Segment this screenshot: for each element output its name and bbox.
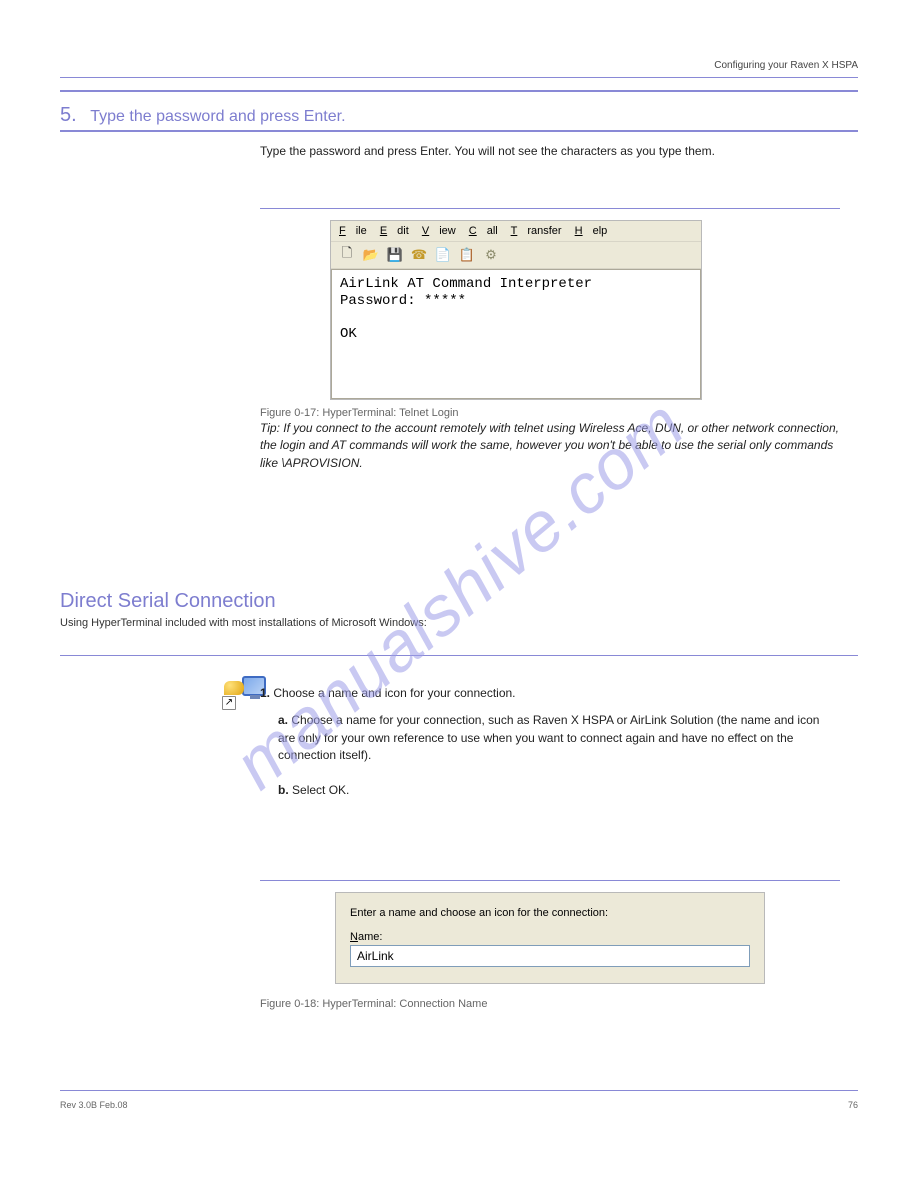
menu-view[interactable]: View <box>422 225 456 237</box>
figure-top-rule <box>260 208 840 209</box>
copy-icon[interactable]: 📄 <box>435 247 451 263</box>
figure2-top-rule <box>260 880 840 881</box>
menubar[interactable]: File Edit View Call Transfer Help <box>331 221 701 242</box>
name-input[interactable] <box>350 945 750 967</box>
step-heading: 5. Type the password and press Enter. <box>60 104 346 127</box>
save-icon[interactable]: 💾 <box>387 247 403 263</box>
name-label: Name: <box>350 931 750 943</box>
footer-separator <box>60 1090 858 1091</box>
term-line-1: AirLink AT Command Interpreter <box>340 276 592 292</box>
step-text-1: 1. Choose a name and icon for your conne… <box>260 685 840 799</box>
header-separator <box>60 90 858 92</box>
subhead-title: Direct Serial Connection <box>60 590 427 613</box>
section-separator <box>60 130 858 132</box>
call-icon[interactable]: ☎ <box>411 247 427 263</box>
menu-call[interactable]: Call <box>469 225 498 237</box>
page-footer: Rev 3.0B Feb.08 76 <box>60 1100 858 1110</box>
hyperterminal-window: File Edit View Call Transfer Help 🗋 📂 💾 … <box>330 220 702 400</box>
term-line-2: Password: ***** <box>340 293 466 309</box>
subhead-note: Using HyperTerminal included with most i… <box>60 617 427 629</box>
figure-caption-2: Figure 0-18: HyperTerminal: Connection N… <box>260 998 840 1010</box>
footer-rev: Rev 3.0B Feb.08 <box>60 1100 128 1110</box>
new-icon[interactable]: 🗋 <box>339 247 355 263</box>
term-line-3: OK <box>340 326 357 342</box>
dialog-prompt: Enter a name and choose an icon for the … <box>350 907 750 919</box>
terminal-area[interactable]: AirLink AT Command Interpreter Password:… <box>331 269 701 399</box>
subhead-separator <box>60 655 858 656</box>
subhead-group: Direct Serial Connection Using HyperTerm… <box>60 590 427 629</box>
toolbar: 🗋 📂 💾 ☎ 📄 📋 ⚙ <box>331 242 701 269</box>
menu-help[interactable]: Help <box>575 225 608 237</box>
paste-icon[interactable]: 📋 <box>459 247 475 263</box>
header-title: Configuring your Raven X HSPA <box>714 60 858 71</box>
footer-page: 76 <box>848 1100 858 1110</box>
properties-icon[interactable]: ⚙ <box>483 247 499 263</box>
menu-edit[interactable]: Edit <box>380 225 409 237</box>
figure-caption-1: Figure 0-17: HyperTerminal: Telnet Login <box>260 407 840 419</box>
tip-text: Tip: If you connect to the account remot… <box>260 420 840 472</box>
menu-file[interactable]: File <box>339 225 367 237</box>
instruction-text-1: Type the password and press Enter. You w… <box>260 143 840 160</box>
connection-name-dialog: Enter a name and choose an icon for the … <box>335 892 765 984</box>
open-icon[interactable]: 📂 <box>363 247 379 263</box>
menu-transfer[interactable]: Transfer <box>511 225 562 237</box>
page-header: Configuring your Raven X HSPA <box>60 60 858 78</box>
